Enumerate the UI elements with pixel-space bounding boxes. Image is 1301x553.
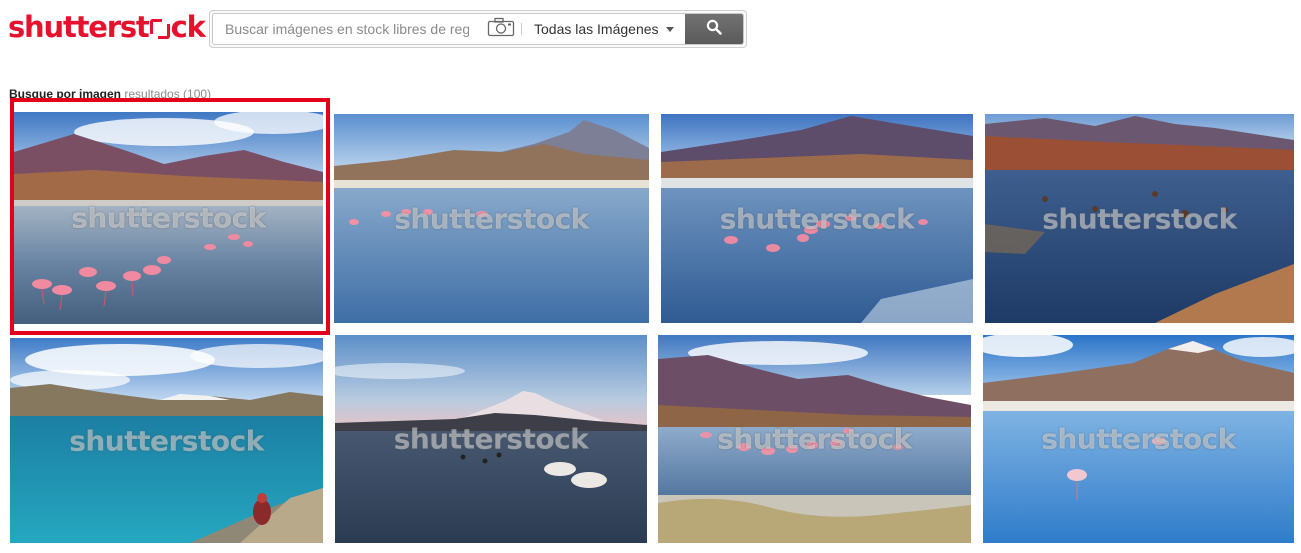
search-input[interactable]	[213, 14, 481, 44]
camera-icon	[487, 17, 515, 42]
result-thumbnail[interactable]: shutterstock	[14, 112, 323, 324]
logo-text-tail: ck	[170, 10, 206, 44]
result-thumbnail[interactable]: shutterstock	[661, 114, 973, 323]
result-thumbnail[interactable]: shutterstock	[334, 114, 649, 323]
thumbnail-image	[10, 338, 323, 543]
thumbnail-image	[658, 335, 971, 543]
search-bar: Todas las Imágenes	[209, 10, 747, 48]
caret-down-icon	[665, 26, 674, 32]
image-type-value: Todas las Imágenes	[534, 21, 659, 37]
thumbnail-image	[983, 335, 1294, 543]
image-type-dropdown[interactable]: Todas las Imágenes	[522, 14, 684, 44]
thumbnail-image	[335, 335, 647, 543]
shutterstock-logo[interactable]: shutterst ck	[8, 10, 206, 44]
search-button[interactable]	[685, 14, 743, 44]
logo-o-mark-icon	[149, 19, 170, 39]
thumbnail-image	[985, 114, 1294, 323]
search-box: Todas las Imágenes	[212, 13, 744, 45]
search-icon	[706, 19, 722, 40]
logo-text: shutterst	[8, 10, 150, 44]
result-thumbnail[interactable]: shutterstock	[10, 338, 323, 543]
results-count: resultados (100)	[124, 87, 212, 101]
thumbnail-image	[14, 112, 323, 324]
results-title: Busque por imagen	[9, 87, 122, 101]
thumbnail-image	[661, 114, 973, 323]
result-thumbnail[interactable]: shutterstock	[658, 335, 971, 543]
result-thumbnail[interactable]: shutterstock	[335, 335, 647, 543]
result-thumbnail[interactable]: shutterstock	[985, 114, 1294, 323]
search-by-image-button[interactable]	[481, 14, 521, 44]
result-thumbnail[interactable]: shutterstock	[983, 335, 1294, 543]
results-heading: Busque por imagen resultados (100)	[9, 87, 211, 101]
thumbnail-image	[334, 114, 649, 323]
